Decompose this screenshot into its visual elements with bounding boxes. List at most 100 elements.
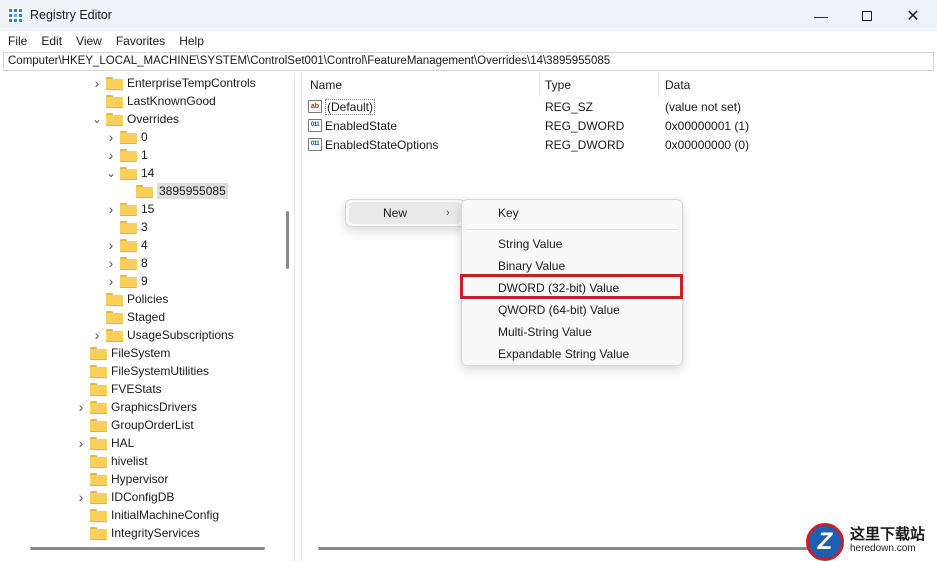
chevron-right-icon[interactable]: › xyxy=(106,146,116,164)
value-name: EnabledStateOptions xyxy=(325,137,439,152)
menu-bar: File Edit View Favorites Help xyxy=(0,31,937,51)
tree-item[interactable]: GroupOrderList xyxy=(76,416,194,434)
folder-icon xyxy=(120,166,137,180)
close-button[interactable]: ✕ xyxy=(890,0,936,31)
chevron-right-icon[interactable]: › xyxy=(76,398,86,416)
chevron-down-icon[interactable]: ⌄ xyxy=(92,110,102,128)
menu-help[interactable]: Help xyxy=(172,34,211,48)
tree-item[interactable]: FileSystem xyxy=(76,344,170,362)
tree-item[interactable]: › 15 xyxy=(106,200,155,218)
tree-item[interactable]: › 8 xyxy=(106,254,148,272)
submenu-expandable-string-value[interactable]: Expandable String Value xyxy=(462,343,682,365)
value-type: REG_DWORD xyxy=(545,118,625,133)
value-row[interactable]: 011 EnabledState REG_DWORD 0x00000001 (1… xyxy=(308,116,908,135)
tree-item[interactable]: › 1 xyxy=(106,146,148,164)
tree-item[interactable]: › IDConfigDB xyxy=(76,488,175,506)
tree-item[interactable]: › HAL xyxy=(76,434,135,452)
value-row[interactable]: ab (Default) REG_SZ (value not set) xyxy=(308,97,908,116)
context-menu-new[interactable]: New › xyxy=(349,202,461,224)
tree-item-label: IntegrityServices xyxy=(111,526,200,540)
tree-item[interactable]: 3895955085 xyxy=(122,182,228,200)
tree-item-label: 1 xyxy=(141,148,148,162)
maximize-icon xyxy=(862,10,872,21)
values-horizontal-scrollbar[interactable] xyxy=(318,547,838,550)
submenu-string-value[interactable]: String Value xyxy=(462,233,682,255)
chevron-right-icon: › xyxy=(446,207,450,219)
minimize-button[interactable]: — xyxy=(798,0,844,31)
submenu-multi-string-value[interactable]: Multi-String Value xyxy=(462,321,682,343)
submenu-key[interactable]: Key xyxy=(462,202,682,224)
tree-item[interactable]: FileSystemUtilities xyxy=(76,362,209,380)
column-divider[interactable] xyxy=(539,73,540,97)
tree-item[interactable]: InitialMachineConfig xyxy=(76,506,219,524)
chevron-right-icon[interactable]: › xyxy=(106,236,116,254)
column-header-data[interactable]: Data xyxy=(665,78,690,92)
tree-item[interactable]: FVEStats xyxy=(76,380,162,398)
menu-edit[interactable]: Edit xyxy=(34,34,69,48)
menu-favorites[interactable]: Favorites xyxy=(109,34,172,48)
tree-item-label: 14 xyxy=(141,166,155,180)
tree-item[interactable]: ⌄ Overrides xyxy=(92,110,179,128)
tree-item-label: FileSystemUtilities xyxy=(111,364,210,378)
tree-item[interactable]: › 4 xyxy=(106,236,148,254)
watermark-cn-text: 这里下载站 xyxy=(850,526,926,543)
menu-view[interactable]: View xyxy=(69,34,109,48)
folder-icon xyxy=(90,472,107,486)
menu-file[interactable]: File xyxy=(1,34,34,48)
value-data: 0x00000000 (0) xyxy=(665,137,750,152)
tree-vertical-scrollbar[interactable] xyxy=(286,211,289,269)
maximize-button[interactable] xyxy=(844,0,890,31)
address-bar[interactable]: Computer\HKEY_LOCAL_MACHINE\SYSTEM\Contr… xyxy=(3,52,934,71)
folder-icon xyxy=(90,364,107,378)
folder-icon xyxy=(106,112,123,126)
title-bar: Registry Editor — ✕ xyxy=(0,0,937,31)
folder-icon xyxy=(120,274,137,288)
tree-item-label: 8 xyxy=(141,256,148,270)
value-data: (value not set) xyxy=(665,99,742,114)
tree-item-label: 0 xyxy=(141,130,148,144)
chevron-right-icon[interactable]: › xyxy=(106,254,116,272)
minimize-icon: — xyxy=(814,7,828,24)
string-value-icon: ab xyxy=(308,100,322,113)
registry-tree[interactable]: › EnterpriseTempControls LastKnownGood ⌄ Ove… xyxy=(2,73,295,561)
chevron-right-icon[interactable]: › xyxy=(76,434,86,452)
folder-icon xyxy=(106,292,123,306)
chevron-right-icon[interactable]: › xyxy=(92,326,102,344)
tree-horizontal-scrollbar[interactable] xyxy=(30,547,265,550)
tree-item[interactable]: › GraphicsDrivers xyxy=(76,398,197,416)
tree-item[interactable]: › 9 xyxy=(106,272,148,290)
tree-item[interactable]: hivelist xyxy=(76,452,148,470)
chevron-right-icon[interactable]: › xyxy=(106,272,116,290)
tree-item[interactable]: Hypervisor xyxy=(76,470,168,488)
highlight-box xyxy=(460,274,683,299)
chevron-right-icon[interactable]: › xyxy=(76,488,86,506)
folder-icon xyxy=(90,490,107,504)
tree-item[interactable]: ⌄ 14 xyxy=(106,164,154,182)
folder-icon xyxy=(90,346,107,360)
column-header-name[interactable]: Name xyxy=(310,78,342,92)
context-menu-new-label: New xyxy=(383,206,408,220)
tree-item[interactable]: Staged xyxy=(92,308,165,326)
column-header-type[interactable]: Type xyxy=(545,78,571,92)
tree-item[interactable]: › 0 xyxy=(106,128,148,146)
chevron-right-icon[interactable]: › xyxy=(106,128,116,146)
value-row[interactable]: 011 EnabledStateOptions REG_DWORD 0x0000… xyxy=(308,135,908,154)
submenu-qword-value[interactable]: QWORD (64-bit) Value xyxy=(462,299,682,321)
tree-item[interactable]: › UsageSubscriptions xyxy=(92,326,234,344)
tree-item-label: IDConfigDB xyxy=(111,490,175,504)
tree-item[interactable]: IntegrityServices xyxy=(76,524,200,542)
tree-item[interactable]: LastKnownGood xyxy=(92,92,216,110)
tree-item[interactable]: › EnterpriseTempControls xyxy=(92,74,256,92)
folder-icon xyxy=(90,454,107,468)
chevron-right-icon[interactable]: › xyxy=(106,200,116,218)
column-divider[interactable] xyxy=(658,73,659,97)
chevron-right-icon[interactable]: › xyxy=(92,74,102,92)
tree-item-label: 4 xyxy=(141,238,148,252)
tree-item-label: Policies xyxy=(127,292,169,306)
chevron-down-icon[interactable]: ⌄ xyxy=(106,164,116,182)
tree-item[interactable]: 3 xyxy=(106,218,148,236)
tree-item[interactable]: Policies xyxy=(92,290,168,308)
watermark-icon: Z xyxy=(806,523,844,561)
